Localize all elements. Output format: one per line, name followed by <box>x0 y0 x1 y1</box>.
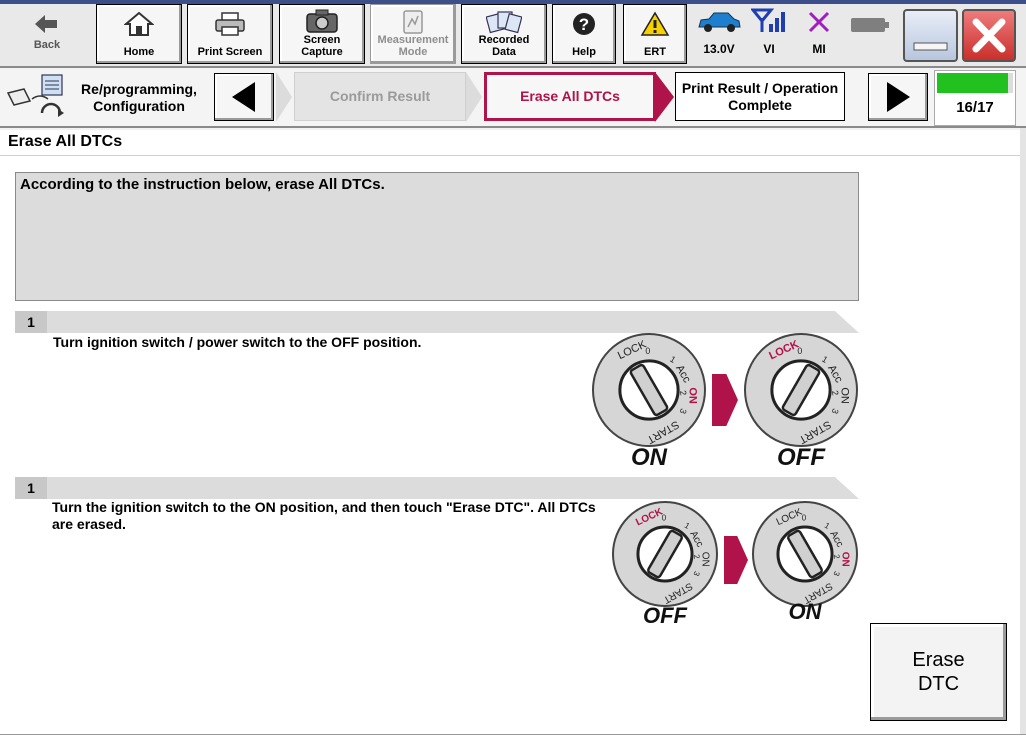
camera-icon <box>306 9 338 33</box>
status-strip <box>0 734 1026 740</box>
step-confirm-result[interactable]: Confirm Result <box>294 72 466 121</box>
on-position-label: ON <box>838 387 850 404</box>
battery-voltage-status: 13.0V <box>694 6 744 62</box>
voltage-label: 13.0V <box>703 42 735 56</box>
switch-state-label: ON <box>631 444 668 471</box>
step-bar: Re/programming, Configuration Confirm Re… <box>0 70 1026 128</box>
printer-icon <box>215 12 245 36</box>
page-title: Erase All DTCs <box>0 130 1020 156</box>
vehicle-battery-status <box>846 6 894 62</box>
battery-icon <box>851 18 889 32</box>
screen-capture-label: Screen Capture <box>301 34 343 58</box>
mi-label: MI <box>812 42 826 56</box>
ignition-switch-illustration: LOCK01Acc2ON3STARTOFF LOCK01Acc2ON3STARTO… <box>612 501 858 628</box>
instruction-text: According to the instruction below, eras… <box>20 176 385 193</box>
step-text: Turn the ignition switch to the ON posit… <box>52 499 596 532</box>
right-gutter <box>1020 128 1026 734</box>
measurement-mode-label: Measurement Mode <box>377 34 449 58</box>
ert-button[interactable]: ERT <box>623 4 687 64</box>
step-header: 1 <box>15 477 859 499</box>
help-label: Help <box>572 46 596 58</box>
next-step-button[interactable] <box>868 73 928 121</box>
step-number: 1 <box>15 477 47 499</box>
back-label: Back <box>33 39 61 51</box>
ert-label: ERT <box>644 46 666 58</box>
previous-step-button[interactable] <box>214 73 274 121</box>
recorded-data-icon <box>486 11 522 34</box>
ignition-dial: LOCK01Acc2ON3STARTON <box>592 333 706 471</box>
minimize-icon <box>913 42 948 51</box>
warning-icon <box>640 11 670 36</box>
ignition-diagram-off-to-on: LOCK 0 1 Acc 2 ON 3 START OFF LOCK 0 1 Acc 2 ON 3 START O… <box>610 498 860 633</box>
step-erase-all-dtcs[interactable]: Erase All DTCs <box>484 72 656 121</box>
car-icon <box>698 12 741 32</box>
back-button[interactable]: Back <box>6 6 88 62</box>
print-screen-label: Print Screen <box>197 46 263 58</box>
back-arrow-icon <box>35 15 57 33</box>
recorded-data-button[interactable]: Recorded Data <box>461 4 547 64</box>
on-position-label: ON <box>699 552 710 567</box>
step-header-bar <box>15 477 859 499</box>
mi-status: MI <box>796 6 842 62</box>
home-label: Home <box>123 46 155 58</box>
progress-indicator: 16/17 <box>934 70 1016 126</box>
ignition-dial: LOCK01Acc2ON3STARTOFF <box>744 333 858 471</box>
step-number: 1 <box>15 311 47 333</box>
position-0-label: 0 <box>802 514 807 523</box>
toolbar: Back Home Print Screen Screen Capture Me… <box>0 0 1026 68</box>
progress-bar-fill <box>937 73 1009 93</box>
measurement-mode-button[interactable]: Measurement Mode <box>370 4 456 64</box>
position-0-label: 0 <box>797 346 802 356</box>
switch-state-label: OFF <box>777 444 826 471</box>
position-0-label: 0 <box>645 346 650 356</box>
right-arrow-icon <box>887 82 910 112</box>
screen-capture-button[interactable]: Screen Capture <box>279 4 365 64</box>
on-position-label: ON <box>686 387 698 404</box>
left-arrow-icon <box>232 82 255 112</box>
switch-state-label: ON <box>789 599 823 624</box>
help-button[interactable]: ? Help <box>552 4 616 64</box>
minimize-button[interactable] <box>903 9 958 62</box>
home-button[interactable]: Home <box>96 4 182 64</box>
progress-track <box>937 73 1013 93</box>
close-icon <box>972 18 1006 53</box>
step-print-result[interactable]: Print Result / Operation Complete <box>675 72 845 121</box>
progress-text: 16/17 <box>956 99 994 116</box>
transition-arrow-icon <box>712 374 738 426</box>
step-text: Turn ignition switch / power switch to t… <box>53 334 422 350</box>
transition-arrow-icon <box>724 536 748 584</box>
vi-label: VI <box>763 42 775 56</box>
position-0-label: 0 <box>662 514 667 523</box>
erase-dtc-label-line2: DTC <box>917 673 960 695</box>
signal-icon <box>751 8 785 32</box>
reprogramming-icon <box>6 74 64 117</box>
section-label: Re/programming, Configuration <box>81 81 197 114</box>
step-header: 1 <box>15 311 859 333</box>
erase-dtc-button[interactable]: Erase DTC <box>870 623 1007 721</box>
on-position-label: ON <box>839 552 850 567</box>
ignition-dial: LOCK01Acc2ON3STARTON <box>752 501 858 624</box>
svg-text:?: ? <box>579 15 589 34</box>
erase-dtc-label-line1: Erase <box>912 649 965 671</box>
print-screen-button[interactable]: Print Screen <box>187 4 273 64</box>
disconnected-icon <box>808 11 830 33</box>
ignition-switch-illustration: LOCK01Acc2ON3STARTON LOCK01Acc2ON3STARTOF… <box>592 333 858 471</box>
measurement-icon <box>403 10 423 34</box>
step-header-bar <box>15 311 859 333</box>
help-icon: ? <box>573 13 595 35</box>
vi-status: VI <box>746 6 792 62</box>
ignition-dial: LOCK01Acc2ON3STARTOFF <box>612 501 718 628</box>
close-button[interactable] <box>962 9 1016 62</box>
home-icon <box>124 11 154 36</box>
recorded-data-label: Recorded Data <box>478 34 530 58</box>
switch-state-label: OFF <box>643 603 688 628</box>
instruction-box: According to the instruction below, eras… <box>15 172 859 301</box>
ignition-diagram-on-to-off: LOCK 0 1 Acc 2 ON 3 START ON LOCK 0 1 Acc 2 ON 3 START OF… <box>590 332 860 477</box>
